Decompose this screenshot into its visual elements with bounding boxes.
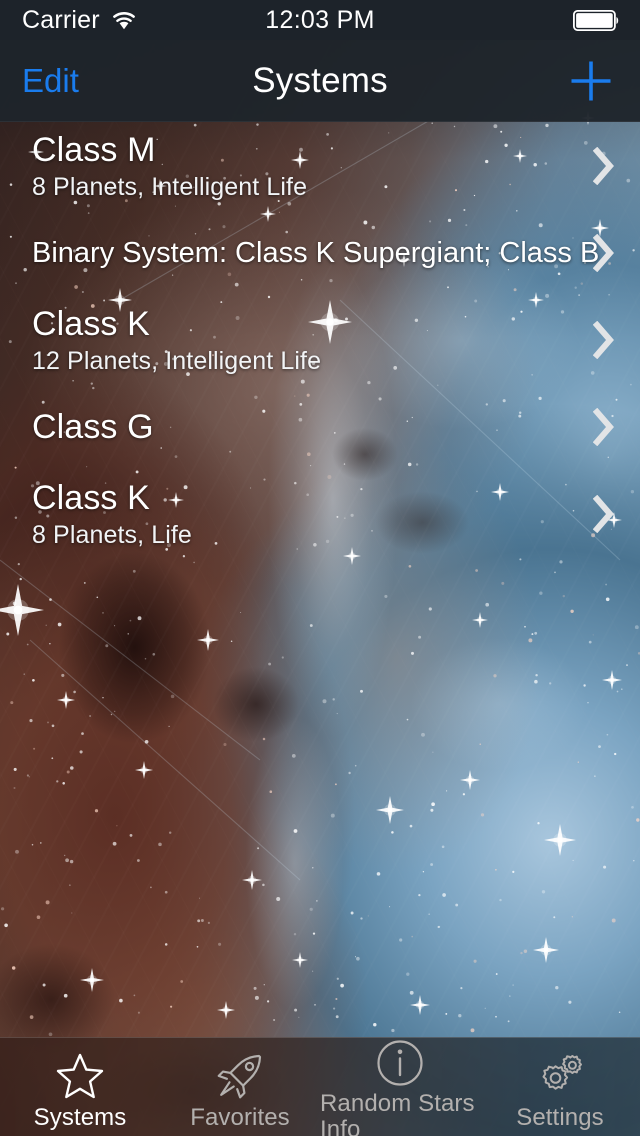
chevron-right-icon xyxy=(578,408,630,446)
page-title: Systems xyxy=(252,60,388,100)
plus-icon xyxy=(571,61,611,100)
tab-bar: Systems Favorites Random Stars Info Sett… xyxy=(0,1037,640,1136)
table-row[interactable]: Class M 8 Planets, Intelligent Life xyxy=(0,122,640,210)
navigation-bar: Edit Systems xyxy=(0,40,640,122)
row-subtitle: 8 Planets, Intelligent Life xyxy=(32,172,308,201)
row-title: Class G xyxy=(32,408,154,446)
row-title: Binary System: Class K Supergiant; Class… xyxy=(32,237,600,269)
row-text-block: Class K 8 Planets, Life xyxy=(0,479,578,550)
systems-table-view[interactable]: Class M 8 Planets, Intelligent Life Bina… xyxy=(0,122,640,1037)
table-row[interactable]: Class K 8 Planets, Life xyxy=(0,470,640,558)
status-bar: Carrier 12:03 PM xyxy=(0,0,640,40)
row-text-block: Class K 12 Planets, Intelligent Life xyxy=(0,305,578,376)
chevron-right-icon xyxy=(578,147,630,185)
info-circle-icon xyxy=(375,1038,425,1088)
table-row[interactable]: Binary System: Class K Supergiant; Class… xyxy=(0,210,640,296)
row-text-block: Class M 8 Planets, Intelligent Life xyxy=(0,131,578,202)
tab-favorites[interactable]: Favorites xyxy=(160,1038,320,1136)
tab-random-stars-info[interactable]: Random Stars Info xyxy=(320,1038,480,1136)
table-row[interactable]: Class K 12 Planets, Intelligent Life xyxy=(0,296,640,384)
tab-settings[interactable]: Settings xyxy=(480,1038,640,1136)
row-title: Class K xyxy=(32,304,150,343)
tab-label: Systems xyxy=(33,1103,127,1131)
tab-label: Random Stars Info xyxy=(320,1089,475,1136)
chevron-right-icon xyxy=(578,495,630,533)
tab-label: Favorites xyxy=(190,1103,290,1131)
gears-icon xyxy=(534,1050,586,1102)
row-text-block: Binary System: Class K Supergiant; Class… xyxy=(0,236,600,270)
row-subtitle: 12 Planets, Intelligent Life xyxy=(32,346,322,375)
chevron-right-icon xyxy=(578,234,630,272)
status-bar-time: 12:03 PM xyxy=(265,5,375,34)
edit-button[interactable]: Edit xyxy=(22,62,79,100)
tab-label: Settings xyxy=(516,1103,604,1131)
star-icon xyxy=(55,1050,105,1102)
add-system-button[interactable] xyxy=(568,58,614,104)
row-subtitle: 8 Planets, Life xyxy=(32,520,192,549)
tab-systems[interactable]: Systems xyxy=(0,1038,160,1136)
rocket-icon xyxy=(215,1050,265,1102)
battery-full-icon xyxy=(573,10,619,31)
row-title: Class K xyxy=(32,478,150,517)
chevron-right-icon xyxy=(578,321,630,359)
table-row[interactable]: Class G xyxy=(0,384,640,470)
row-text-block: Class G xyxy=(0,408,578,446)
row-title: Class M xyxy=(32,130,156,169)
